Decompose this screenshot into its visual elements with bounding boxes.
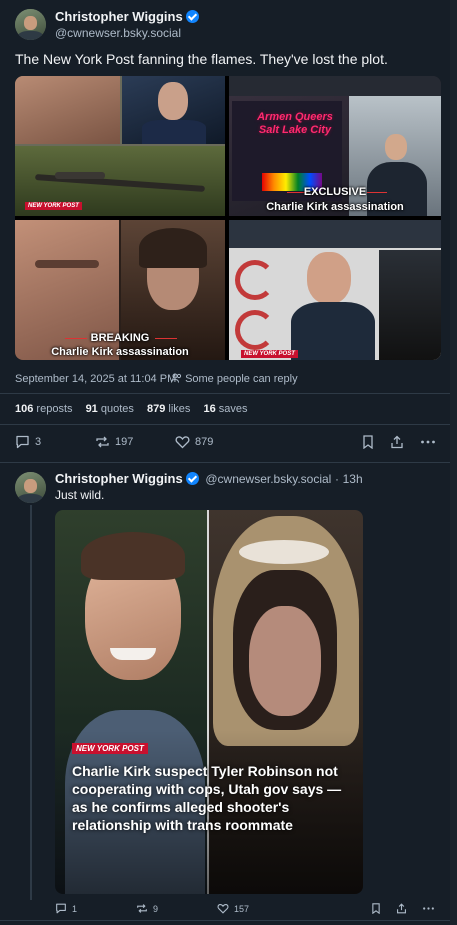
repost-icon xyxy=(96,436,109,448)
reply-button[interactable]: 3 xyxy=(15,435,41,449)
caption-title: Charlie Kirk assassination xyxy=(266,201,404,213)
reply-like-button[interactable]: 157 xyxy=(217,903,249,914)
post-image-3[interactable]: BREAKING Charlie Kirk assassination xyxy=(15,220,225,360)
reply-text: Just wild. xyxy=(55,488,105,502)
reply-age[interactable]: 13h xyxy=(343,472,363,486)
author-handle[interactable]: @cwnewser.bsky.social xyxy=(55,26,181,40)
caption-label: EXCLUSIVE xyxy=(303,186,367,198)
reply-author-handle[interactable]: @cwnewser.bsky.social xyxy=(205,472,331,486)
people-icon xyxy=(171,373,182,383)
speaker-body xyxy=(291,302,375,360)
repost-count: 197 xyxy=(115,436,134,448)
more-icon xyxy=(421,440,435,444)
reply-author-avatar[interactable] xyxy=(15,472,46,503)
like-icon xyxy=(217,903,229,914)
sign-line-1: Armen Queers xyxy=(257,111,333,123)
like-button[interactable]: 879 xyxy=(175,435,213,449)
author-name[interactable]: Christopher Wiggins xyxy=(55,9,199,24)
scrollbar[interactable] xyxy=(450,0,457,925)
repost-button[interactable]: 197 xyxy=(95,435,133,449)
caption-label: BREAKING xyxy=(90,332,150,344)
reply-reply-button[interactable]: 1 xyxy=(55,903,77,914)
speaker-photo xyxy=(122,76,225,144)
sign-line-2: Salt Lake City xyxy=(258,124,332,136)
reply-count: 3 xyxy=(35,436,42,448)
news-brand-label: NEW YORK POST xyxy=(25,202,82,210)
reply-restriction[interactable]: Some people can reply xyxy=(171,373,298,385)
verified-badge-icon[interactable] xyxy=(185,10,199,23)
post-timestamp[interactable]: September 14, 2025 at 11:04 PM xyxy=(15,373,176,385)
reply-bookmark-button[interactable] xyxy=(371,903,381,914)
reply-author-name[interactable]: Christopher Wiggins xyxy=(55,471,183,486)
author-avatar[interactable] xyxy=(15,9,46,40)
reposts-stat[interactable]: 106 reposts xyxy=(15,403,73,415)
bookmark-icon xyxy=(372,903,380,914)
reply-count: 1 xyxy=(72,903,78,914)
caption-title: Charlie Kirk assassination xyxy=(51,346,189,358)
share-button[interactable] xyxy=(390,435,404,449)
like-count: 879 xyxy=(195,436,214,448)
reply-icon xyxy=(16,435,29,449)
reply-repost-button[interactable]: 9 xyxy=(136,903,158,914)
news-headline: Charlie Kirk suspect Tyler Robinson not … xyxy=(72,763,342,833)
camera-operator xyxy=(379,250,441,360)
post-image-2[interactable]: Armen Queers Salt Lake City EXCLUSIVE Ch… xyxy=(229,76,441,216)
reply-author-line: Christopher Wiggins @cwnewser.bsky.socia… xyxy=(55,471,363,486)
divider xyxy=(0,462,450,463)
share-icon xyxy=(397,903,406,914)
reply-icon xyxy=(56,903,66,914)
reply-image[interactable]: NEW YORK POST Charlie Kirk suspect Tyler… xyxy=(55,510,363,894)
thread-line xyxy=(30,505,32,900)
divider xyxy=(0,393,450,394)
like-count: 157 xyxy=(234,903,250,914)
bookmark-button[interactable] xyxy=(362,435,374,449)
share-icon xyxy=(391,435,403,449)
like-icon xyxy=(175,436,190,449)
more-button[interactable] xyxy=(420,435,436,449)
speaker-face xyxy=(307,252,351,304)
repost-icon xyxy=(137,904,147,913)
divider xyxy=(0,920,450,921)
backdrop-logo xyxy=(235,310,275,350)
news-brand-label: NEW YORK POST xyxy=(72,743,148,754)
divider xyxy=(0,424,450,425)
post-text: The New York Post fanning the flames. Th… xyxy=(15,51,388,67)
bookmark-icon xyxy=(363,435,373,449)
post-image-1[interactable]: NEW YORK POST xyxy=(15,76,225,216)
handle-separator: · xyxy=(334,472,339,486)
repost-count: 9 xyxy=(153,903,159,914)
mugshot-photo xyxy=(15,76,120,144)
backdrop-logo xyxy=(235,260,275,300)
post-image-4[interactable]: NEW YORK POST xyxy=(229,220,441,360)
quotes-stat[interactable]: 91 quotes xyxy=(86,403,134,415)
reply-restriction-label: Some people can reply xyxy=(185,373,298,385)
post-stats: 106 reposts 91 quotes 879 likes 16 saves xyxy=(15,403,248,415)
saves-stat[interactable]: 16 saves xyxy=(203,403,247,415)
more-icon xyxy=(423,907,434,910)
author-name-text[interactable]: Christopher Wiggins xyxy=(55,9,183,24)
reply-share-button[interactable] xyxy=(396,903,407,914)
verified-badge-icon[interactable] xyxy=(185,472,199,485)
news-brand-label: NEW YORK POST xyxy=(241,350,298,358)
likes-stat[interactable]: 879 likes xyxy=(147,403,190,415)
post-image-grid[interactable]: NEW YORK POST Armen Queers Salt Lake Cit… xyxy=(15,76,441,360)
speaker-woman-photo xyxy=(349,96,441,216)
reply-more-button[interactable] xyxy=(422,903,435,914)
post-thread-view: Christopher Wiggins @cwnewser.bsky.socia… xyxy=(0,0,450,925)
